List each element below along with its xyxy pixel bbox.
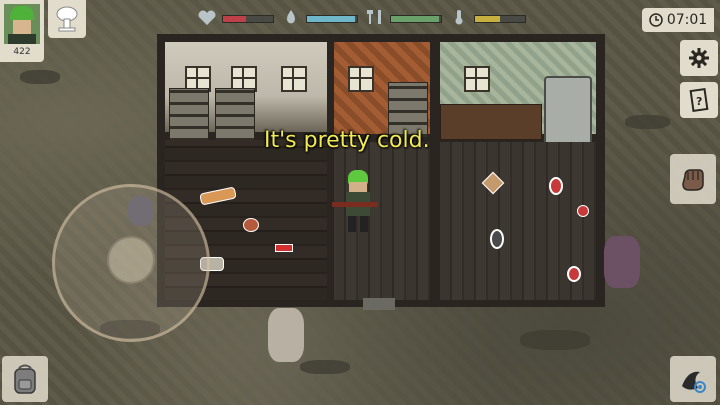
thermometer-icon xyxy=(455,10,463,25)
health-bar xyxy=(222,15,274,23)
journal-icon: ? xyxy=(689,88,709,112)
skills-button[interactable] xyxy=(48,0,86,38)
player-weapon xyxy=(332,202,378,207)
svg-text:?: ? xyxy=(696,95,702,108)
meat-item[interactable] xyxy=(243,218,259,232)
player-face xyxy=(349,182,367,192)
speech-text: It's pretty cold. xyxy=(264,128,430,153)
avatar xyxy=(4,4,40,44)
bottle-item[interactable] xyxy=(490,229,504,249)
gear-icon xyxy=(689,48,709,68)
ground-rock xyxy=(300,360,350,374)
pill-item[interactable] xyxy=(567,266,581,282)
ground-rock xyxy=(520,330,590,350)
window xyxy=(348,66,374,92)
backpack-icon xyxy=(14,364,36,394)
fist-icon xyxy=(682,169,704,191)
player-leg xyxy=(348,216,356,232)
clock-icon xyxy=(649,13,663,27)
player-level: 422 xyxy=(13,47,31,57)
shelf xyxy=(169,88,209,142)
window xyxy=(281,66,307,92)
journal-button[interactable]: ? xyxy=(680,82,718,118)
zombie-enemy[interactable] xyxy=(604,236,640,288)
ground-rock xyxy=(625,115,670,129)
look-button[interactable] xyxy=(670,356,716,402)
water-drop-icon xyxy=(287,10,295,24)
fork-knife-icon xyxy=(367,10,381,24)
pill-item[interactable] xyxy=(549,177,563,195)
avatar-helmet xyxy=(10,6,34,20)
joystick-knob[interactable] xyxy=(107,236,155,284)
ground-rock xyxy=(20,70,60,84)
avatar-face xyxy=(13,20,31,34)
hunger-bar xyxy=(390,15,442,23)
zombie-enemy[interactable] xyxy=(268,308,304,362)
avatar-body xyxy=(8,34,36,44)
thirst-bar xyxy=(306,15,358,23)
kitchen-counter xyxy=(440,104,542,140)
room-right xyxy=(440,42,596,300)
player-character xyxy=(332,170,378,234)
settings-button[interactable] xyxy=(680,40,718,76)
player-leg xyxy=(360,216,368,232)
eye-icon xyxy=(682,371,706,393)
backpack-button[interactable] xyxy=(2,356,48,402)
house xyxy=(157,34,605,307)
mushroom-cloud-icon xyxy=(56,6,78,32)
clock-panel: 07:01 xyxy=(642,8,714,32)
window xyxy=(464,66,490,92)
attack-button[interactable] xyxy=(670,154,716,204)
bandage-item[interactable] xyxy=(275,244,293,252)
clock-time: 07:01 xyxy=(666,12,708,28)
temperature-bar xyxy=(474,15,526,23)
pill-item[interactable] xyxy=(577,205,589,217)
player-avatar-panel[interactable]: 422 xyxy=(0,0,44,62)
heart-icon xyxy=(198,10,216,25)
doorway[interactable] xyxy=(363,298,395,310)
shelf xyxy=(215,88,255,142)
